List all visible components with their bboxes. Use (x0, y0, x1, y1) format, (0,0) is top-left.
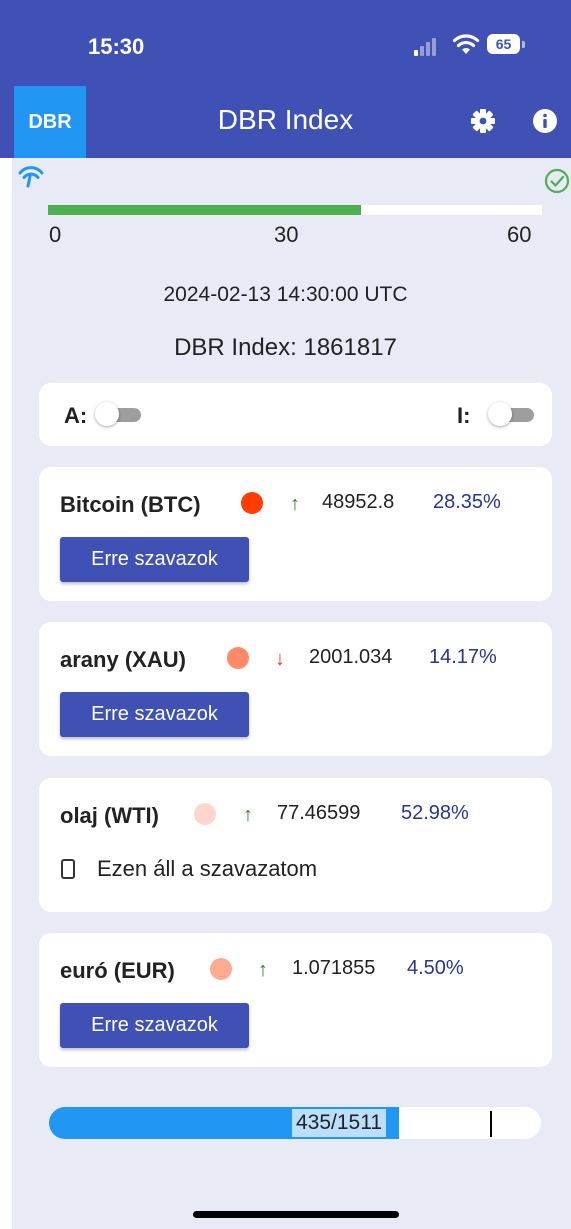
asset-name: arany (XAU) (60, 647, 186, 672)
timer-progress-fill (48, 205, 361, 215)
phone-icon (61, 859, 75, 879)
asset-name: Bitcoin (BTC) (60, 492, 201, 517)
my-vote-indicator: Ezen áll a szavazatom (61, 856, 317, 882)
trend-arrow-icon: ↑ (243, 804, 253, 826)
toggle-a-switch[interactable] (95, 402, 143, 426)
vote-button[interactable]: Erre szavazok (60, 537, 249, 582)
asset-color-dot (241, 492, 263, 514)
status-time: 15:30 (88, 34, 145, 59)
vote-button[interactable]: Erre szavazok (60, 1003, 249, 1048)
asset-price: 1.071855 (292, 957, 376, 979)
asset-price: 48952.8 (322, 491, 395, 513)
vote-count-bar: 435/1511 (49, 1107, 541, 1139)
asset-price: 2001.034 (309, 646, 393, 668)
trend-arrow-icon: ↑ (290, 493, 300, 515)
asset-color-dot (210, 958, 232, 980)
wifi-icon (452, 34, 480, 54)
toggle-card: A: I: (39, 383, 552, 446)
check-circle-icon (544, 168, 570, 194)
asset-color-dot (227, 647, 249, 669)
asset-card-xau: arany (XAU) ↓ 2001.034 14.17% Erre szava… (39, 622, 552, 756)
asset-percent: 4.50% (407, 957, 464, 979)
cellular-signal-icon (414, 38, 438, 56)
toggle-a-label: A: (64, 403, 88, 428)
timer-tick-30: 30 (274, 222, 299, 247)
asset-card-eur: euró (EUR) ↑ 1.071855 4.50% Erre szavazo… (39, 933, 552, 1067)
dbr-index-value: DBR Index: 1861817 (174, 334, 397, 361)
app-bar: 15:30 65 DBR DBR Index (0, 0, 571, 158)
status-bar: 15:30 65 (0, 0, 571, 84)
network-icon (18, 166, 44, 188)
asset-percent: 28.35% (433, 491, 501, 513)
asset-price: 77.46599 (277, 802, 361, 824)
vote-button[interactable]: Erre szavazok (60, 692, 249, 737)
asset-card-wti: olaj (WTI) ↑ 77.46599 52.98% Ezen áll a … (39, 778, 552, 912)
timer-tick-0: 0 (49, 222, 62, 247)
asset-percent: 52.98% (401, 802, 469, 824)
timer-tick-60: 60 (507, 222, 532, 247)
timestamp: 2024-02-13 14:30:00 UTC (163, 283, 408, 306)
screen-edge (0, 158, 12, 1229)
toggle-i-switch[interactable] (488, 402, 536, 426)
asset-percent: 14.17% (429, 646, 497, 668)
vote-count-text: 435/1511 (292, 1109, 387, 1137)
gear-icon[interactable] (470, 108, 496, 134)
toggle-i-label: I: (457, 403, 471, 428)
vote-count-marker (490, 1111, 492, 1137)
battery-icon: 65 (487, 34, 525, 54)
info-icon[interactable] (532, 108, 558, 134)
my-vote-text: Ezen áll a szavazatom (97, 856, 318, 881)
asset-card-btc: Bitcoin (BTC) ↑ 48952.8 28.35% Erre szav… (39, 467, 552, 601)
asset-color-dot (194, 803, 216, 825)
timer-progress-bar (48, 205, 542, 215)
app-logo[interactable]: DBR (14, 86, 86, 158)
trend-arrow-icon: ↓ (275, 648, 285, 670)
asset-name: olaj (WTI) (60, 803, 159, 828)
home-indicator[interactable] (193, 1211, 399, 1218)
asset-name: euró (EUR) (60, 958, 175, 983)
trend-arrow-icon: ↑ (258, 959, 268, 981)
